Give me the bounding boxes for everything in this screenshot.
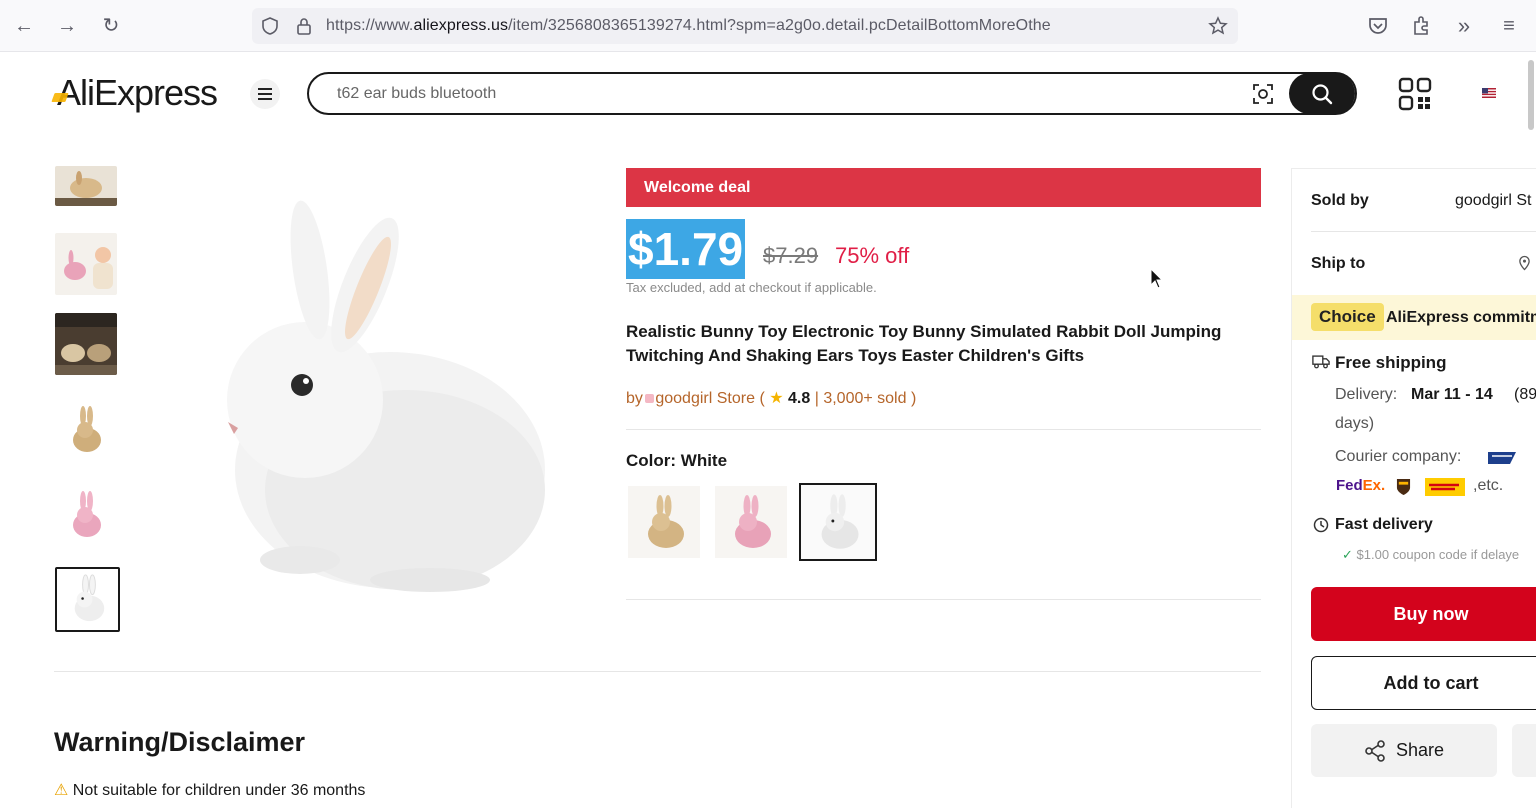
coupon-note: ✓ $1.00 coupon code if delaye [1342, 547, 1520, 562]
color-label: Color: White [626, 451, 728, 470]
store-link[interactable]: goodgirl Store [655, 390, 755, 407]
us-flag-icon[interactable] [1482, 88, 1496, 98]
check-icon: ✓ [1342, 547, 1353, 562]
product-thumbnail-selected[interactable] [55, 567, 120, 632]
truck-icon [1312, 355, 1330, 369]
ship-to-label: Ship to [1311, 255, 1366, 272]
fast-delivery-label: Fast delivery [1335, 516, 1433, 533]
qr-code-icon[interactable] [1398, 77, 1432, 111]
forward-icon[interactable]: → [55, 14, 79, 38]
original-price: $7.29 [763, 243, 819, 268]
purchase-panel: Sold by goodgirl St Ship to Choice AliEx… [1291, 168, 1536, 808]
wishlist-button[interactable] [1512, 724, 1536, 777]
usps-logo-icon [1488, 452, 1516, 464]
mouse-cursor-icon [1150, 268, 1164, 289]
product-thumbnail[interactable] [55, 233, 117, 295]
sold-by-store[interactable]: goodgirl St [1455, 192, 1532, 210]
star-icon: ★ [769, 390, 784, 407]
share-button[interactable]: Share [1311, 724, 1497, 777]
current-price: $1.79 [626, 219, 746, 279]
courier-etc: ,etc. [1473, 477, 1504, 494]
search-button[interactable] [1289, 73, 1355, 114]
divider [626, 429, 1261, 430]
lock-icon[interactable] [294, 16, 314, 36]
reload-icon[interactable]: ↻ [99, 14, 123, 38]
delivery-date: Mar 11 - 14 [1411, 386, 1493, 403]
extensions-icon[interactable] [1410, 14, 1434, 38]
aliexpress-logo[interactable]: AliExpress [57, 72, 218, 114]
image-search-icon[interactable] [1251, 82, 1275, 106]
shield-icon[interactable] [260, 16, 280, 36]
url-text[interactable]: https://www.aliexpress.us/item/325680836… [326, 8, 1206, 44]
sold-count: 3,000+ sold [823, 390, 907, 407]
warning-line: ⚠ Not suitable for children under 36 mon… [54, 782, 366, 799]
product-thumbnail[interactable] [55, 313, 117, 375]
warning-icon: ⚠ [54, 782, 69, 799]
search-icon [1312, 84, 1333, 105]
buy-now-button[interactable]: Buy now [1311, 587, 1536, 641]
pocket-icon[interactable] [1366, 14, 1390, 38]
choice-bar[interactable]: Choice AliExpress commitm [1292, 295, 1536, 340]
menu-icon[interactable]: ≡ [1497, 14, 1521, 38]
section-heading: Warning/Disclaimer [54, 727, 306, 757]
main-product-image[interactable] [190, 190, 570, 610]
welcome-deal-banner: Welcome deal [626, 168, 1261, 207]
divider [626, 599, 1261, 600]
ups-logo-icon [1396, 479, 1411, 495]
delivery-days: days) [1335, 415, 1375, 432]
product-title: Realistic Bunny Toy Electronic Toy Bunny… [626, 322, 1222, 365]
divider [54, 671, 1261, 672]
add-to-cart-button[interactable]: Add to cart [1311, 656, 1536, 710]
location-pin-icon[interactable] [1518, 255, 1531, 271]
page-scrollbar[interactable] [1528, 60, 1534, 130]
clock-icon [1313, 517, 1329, 533]
search-input[interactable]: t62 ear buds bluetooth [337, 74, 1217, 113]
store-icon [645, 394, 655, 403]
choice-badge: Choice [1311, 303, 1384, 331]
address-bar[interactable]: https://www.aliexpress.us/item/325680836… [252, 8, 1238, 44]
divider [1311, 231, 1536, 232]
product-thumbnail[interactable] [55, 398, 117, 460]
choice-commitment: AliExpress commitm [1386, 309, 1536, 326]
courier-label: Courier company: [1335, 448, 1462, 465]
product-thumbnail[interactable] [55, 483, 117, 545]
dhl-logo-icon [1425, 478, 1465, 496]
browser-toolbar: ← → ↻ https://www.aliexpress.us/item/325… [0, 0, 1536, 52]
delivery-percent: (89 [1514, 386, 1536, 403]
color-swatch-white-selected[interactable] [799, 483, 877, 561]
store-rating: 4.8 [788, 390, 811, 407]
overflow-chevrons-icon[interactable]: » [1452, 14, 1476, 38]
share-icon [1365, 740, 1385, 762]
fedex-logo-icon: FedEx. [1336, 477, 1386, 494]
color-swatch-tan[interactable] [628, 486, 700, 558]
category-menu-icon[interactable] [250, 79, 280, 109]
bookmark-star-icon[interactable] [1208, 16, 1228, 36]
color-swatch-pink[interactable] [715, 486, 787, 558]
delivery-label: Delivery: [1335, 386, 1398, 403]
search-bar[interactable]: t62 ear buds bluetooth [307, 72, 1357, 115]
store-info: by goodgirl Store ( ★ 4.8 | 3,000+ sold … [626, 390, 917, 407]
sold-by-label: Sold by [1311, 192, 1369, 209]
free-shipping-label: Free shipping [1335, 353, 1447, 372]
discount-label: 75% off [835, 243, 910, 268]
back-icon[interactable]: ← [12, 14, 36, 38]
product-thumbnail[interactable] [55, 166, 117, 206]
tax-note: Tax excluded, add at checkout if applica… [626, 280, 877, 295]
